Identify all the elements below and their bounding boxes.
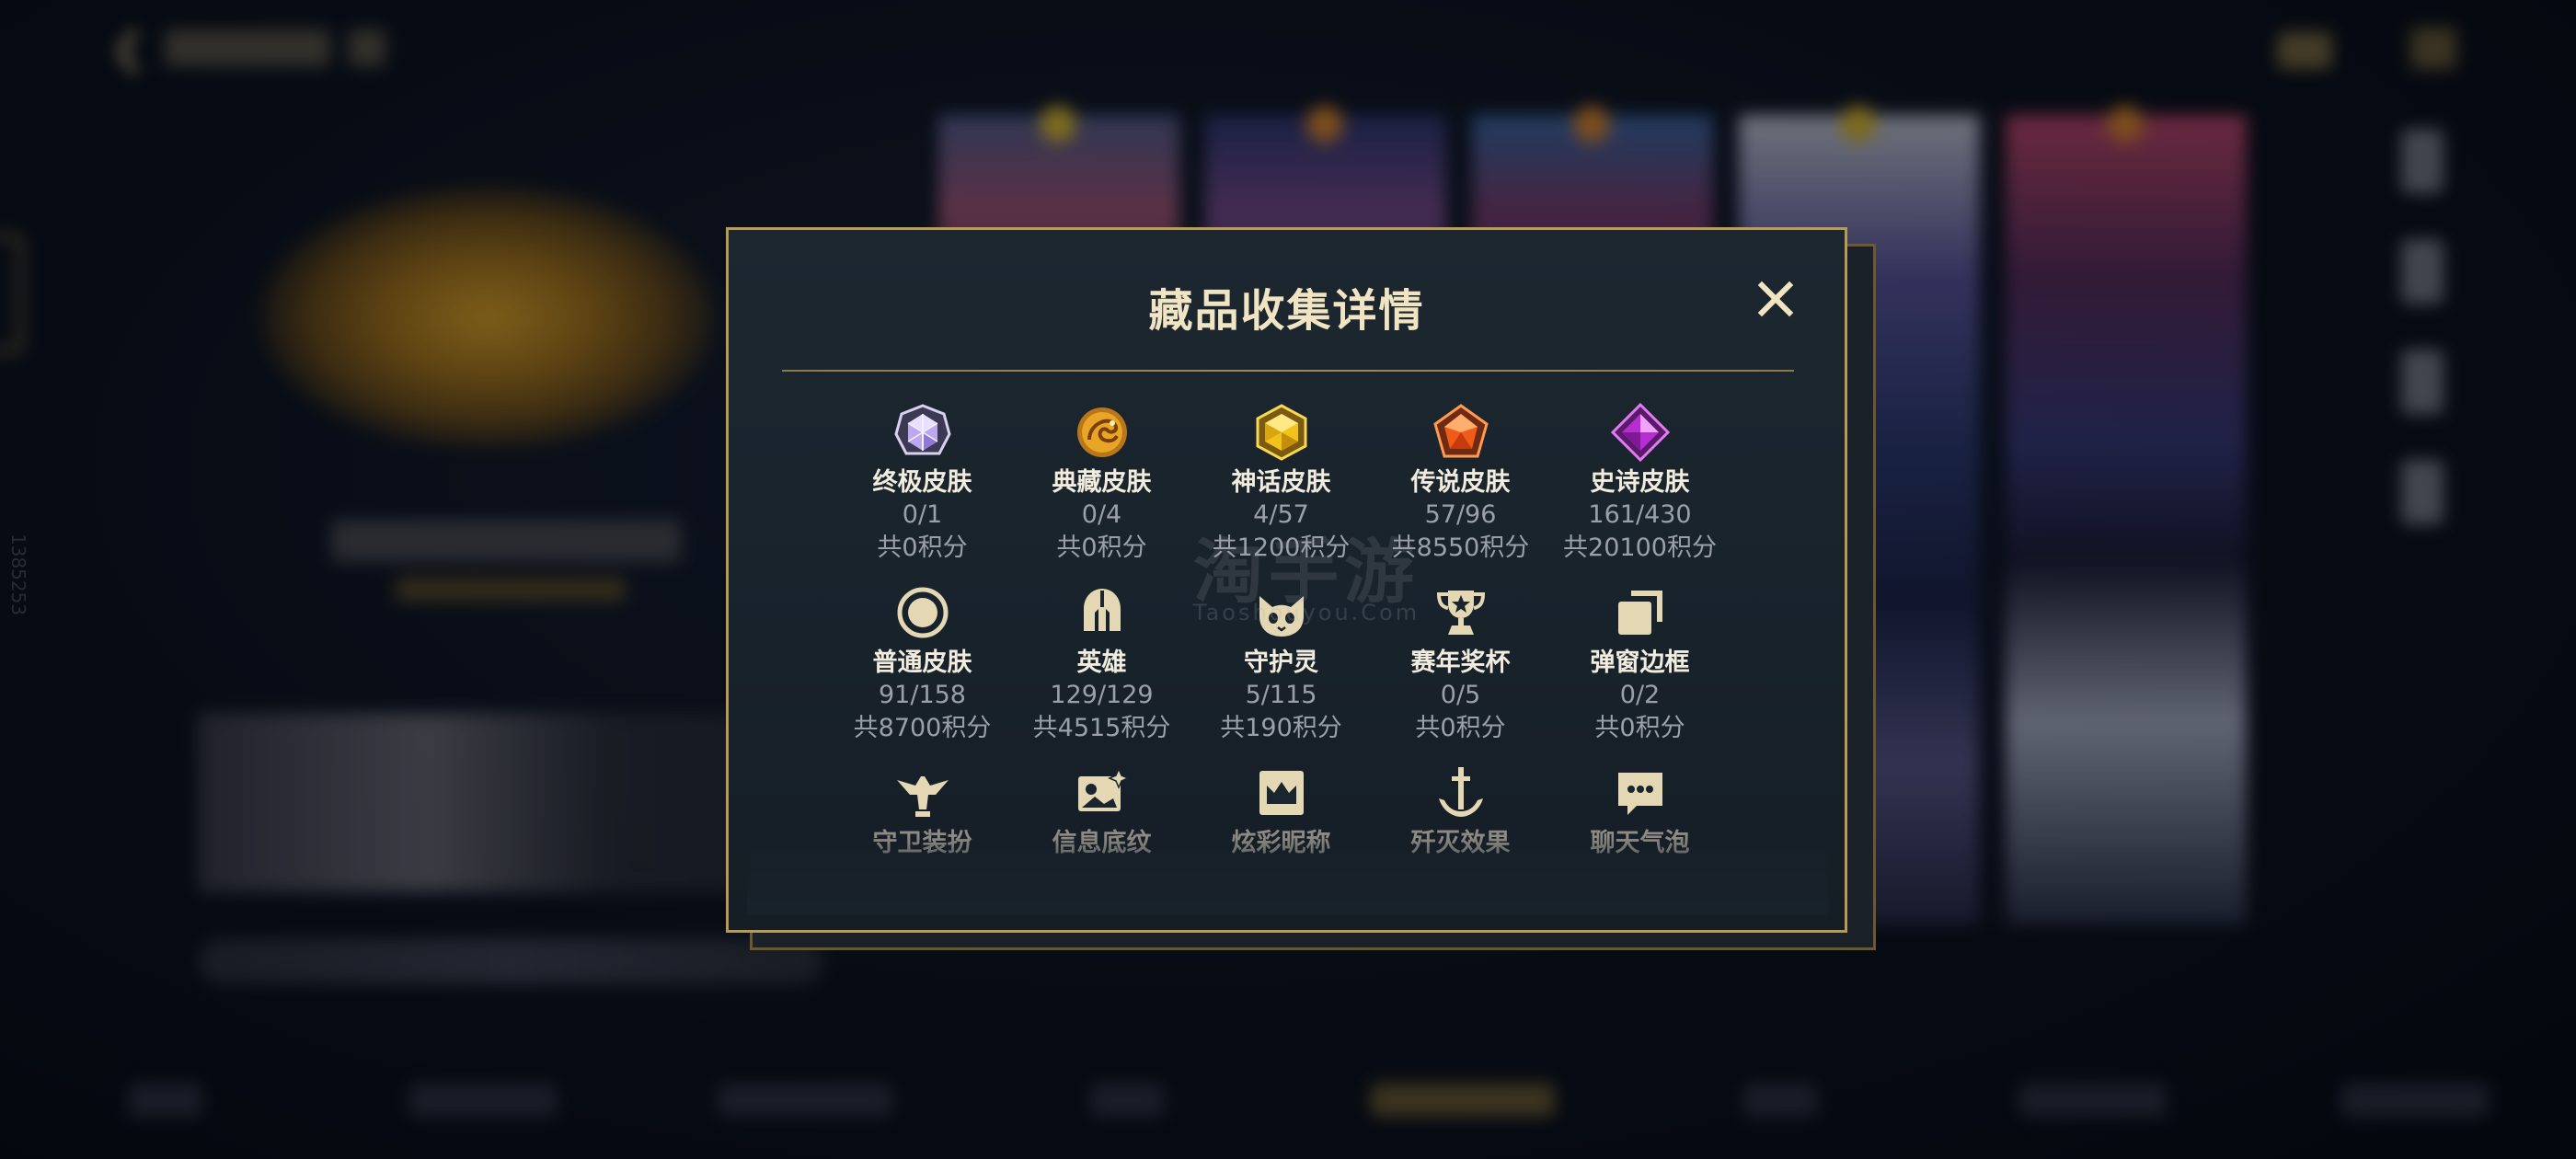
collection-name: 弹窗边框 — [1590, 648, 1690, 677]
collection-item-guard-outfit[interactable]: 守卫装扮 — [833, 763, 1012, 892]
spirit-cat-icon — [1252, 583, 1311, 642]
collection-name: 赛年奖杯 — [1410, 648, 1511, 677]
picture-sparkle-icon — [1073, 763, 1132, 822]
collection-item-ultimate-skin[interactable]: 终极皮肤 0/1 共0积分 — [833, 403, 1012, 583]
collection-item-hero[interactable]: 英雄 129/129 共4515积分 — [1012, 583, 1191, 763]
collection-name: 典藏皮肤 — [1052, 468, 1152, 497]
collection-item-treasure-skin[interactable]: 典藏皮肤 0/4 共0积分 — [1012, 403, 1191, 583]
gold-gem-icon — [1252, 403, 1311, 462]
collection-count: 0/4 — [1081, 500, 1122, 529]
collection-points: 共0积分 — [877, 534, 968, 562]
collection-points: 共0积分 — [1594, 714, 1685, 742]
collection-points: 共0积分 — [1415, 714, 1506, 742]
collection-name: 史诗皮肤 — [1590, 468, 1690, 497]
collection-item-legend-skin[interactable]: 传说皮肤 57/96 共8550积分 — [1371, 403, 1550, 583]
close-button[interactable] — [1751, 274, 1800, 324]
anchor-sword-icon — [1432, 763, 1490, 822]
collection-details-modal: 藏品收集详情 终极皮肤 0/1 共0积分 典藏皮肤 0/4 共0积分 神话皮肤 … — [726, 227, 1847, 933]
collection-item-info-background[interactable]: 信息底纹 — [1012, 763, 1191, 892]
ring-icon — [893, 583, 952, 642]
collection-item-guardian-spirit[interactable]: 守护灵 5/115 共190积分 — [1191, 583, 1371, 763]
dragon-emblem-icon — [1073, 403, 1132, 462]
collection-name: 歼灭效果 — [1410, 829, 1511, 857]
chat-bubble-icon — [1611, 763, 1670, 822]
collection-points: 共4515积分 — [1032, 714, 1171, 742]
collection-name: 终极皮肤 — [872, 468, 972, 497]
collection-item-colorful-nickname[interactable]: 炫彩昵称 — [1191, 763, 1371, 892]
stacked-frames-icon — [1611, 583, 1670, 642]
collection-name: 信息底纹 — [1052, 829, 1152, 857]
collection-grid: 终极皮肤 0/1 共0积分 典藏皮肤 0/4 共0积分 神话皮肤 4/57 共1… — [833, 403, 1739, 892]
orange-pentagon-gem-icon — [1432, 403, 1490, 462]
collection-item-season-trophy[interactable]: 赛年奖杯 0/5 共0积分 — [1371, 583, 1550, 763]
collection-points: 共1200积分 — [1212, 534, 1351, 562]
collection-item-epic-skin[interactable]: 史诗皮肤 161/430 共20100积分 — [1550, 403, 1730, 583]
collection-count: 91/158 — [879, 681, 966, 709]
collection-count: 4/57 — [1253, 500, 1309, 529]
collection-item-kill-effect[interactable]: 歼灭效果 — [1371, 763, 1550, 892]
collection-name: 英雄 — [1076, 648, 1127, 677]
collection-name: 守护灵 — [1244, 648, 1318, 677]
collection-item-mythic-skin[interactable]: 神话皮肤 4/57 共1200积分 — [1191, 403, 1371, 583]
close-icon — [1757, 281, 1794, 317]
collection-count: 161/430 — [1588, 500, 1692, 529]
collection-name: 普通皮肤 — [872, 648, 972, 677]
collection-name: 神话皮肤 — [1231, 468, 1331, 497]
collection-item-normal-skin[interactable]: 普通皮肤 91/158 共8700积分 — [833, 583, 1012, 763]
collection-points: 共8550积分 — [1391, 534, 1530, 562]
collection-name: 传说皮肤 — [1410, 468, 1511, 497]
crown-card-icon — [1252, 763, 1311, 822]
screen: ❮ 1385253 藏品收集详情 终极皮肤 0/1 共0积分 典藏皮肤 0/4 … — [0, 0, 2576, 1159]
collection-count: 0/5 — [1440, 681, 1481, 709]
diamond-gem-icon — [893, 403, 952, 462]
collection-name: 炫彩昵称 — [1231, 829, 1331, 857]
collection-item-popup-frame[interactable]: 弹窗边框 0/2 共0积分 — [1550, 583, 1730, 763]
collection-points: 共190积分 — [1220, 714, 1342, 742]
collection-points: 共0积分 — [1056, 534, 1147, 562]
purple-diamond-gem-icon — [1610, 403, 1670, 462]
collection-name: 守卫装扮 — [872, 829, 972, 857]
collection-points: 共8700积分 — [853, 714, 992, 742]
collection-count: 0/1 — [902, 500, 943, 529]
guard-bird-icon — [893, 763, 952, 822]
collection-count: 5/115 — [1245, 681, 1317, 709]
collection-count: 0/2 — [1619, 681, 1661, 709]
trophy-icon — [1432, 583, 1490, 642]
title-divider — [782, 370, 1794, 372]
collection-count: 129/129 — [1050, 681, 1154, 709]
modal-title: 藏品收集详情 — [1148, 285, 1425, 337]
collection-name: 聊天气泡 — [1590, 829, 1690, 857]
collection-count: 57/96 — [1424, 500, 1497, 529]
collection-item-chat-bubble[interactable]: 聊天气泡 — [1550, 763, 1730, 892]
collection-points: 共20100积分 — [1563, 534, 1717, 562]
helmet-icon — [1073, 583, 1132, 642]
